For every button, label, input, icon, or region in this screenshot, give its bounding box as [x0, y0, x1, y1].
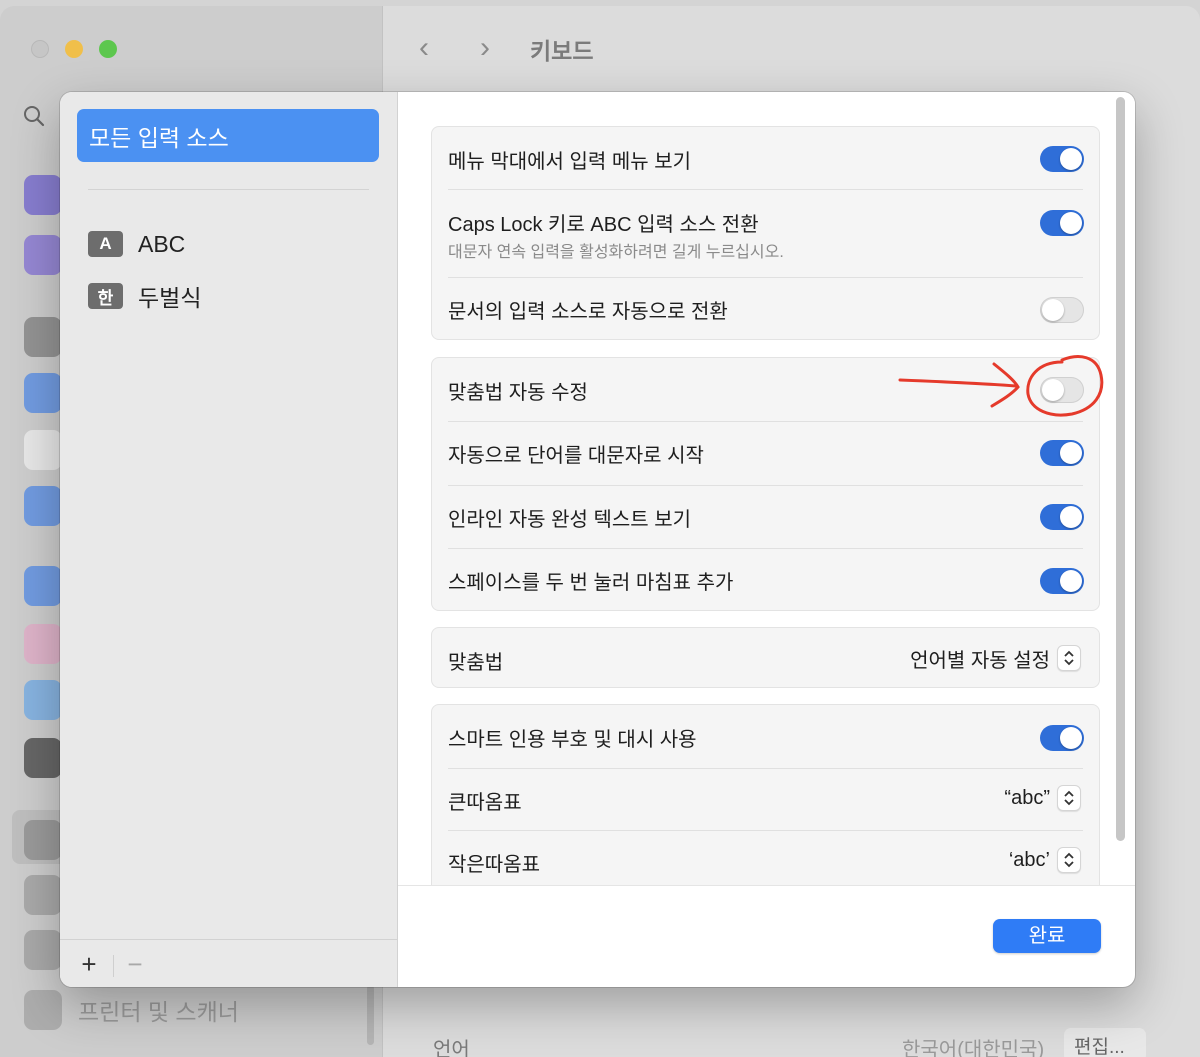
row-label: 작은따옴표 [448, 854, 540, 876]
caps-lock-switch-row: Caps Lock 키로 ABC 입력 소스 전환 대문자 연속 입력을 활성화… [432, 189, 1099, 277]
row-label: 문서의 입력 소스로 자동으로 전환 [448, 301, 728, 323]
background-sidebar-scrollbar[interactable] [367, 985, 374, 1045]
auto-correct-toggle[interactable] [1040, 377, 1084, 403]
content-scrollbar-thumb[interactable] [1116, 97, 1125, 841]
single-quotes-row: 작은따옴표 ‘abc’ [432, 830, 1099, 885]
input-source-abc[interactable]: A ABC [88, 228, 185, 260]
text-correction-group: 맞춤법 자동 수정 자동으로 단어를 대문자로 시작 인라인 자동 완성 텍스트… [431, 357, 1100, 611]
double-quotes-row: 큰따옴표 “abc” [432, 768, 1099, 830]
settings-content: 메뉴 막대에서 입력 메뉴 보기 Caps Lock 키로 ABC 입력 소스 … [398, 92, 1135, 885]
caps-lock-switch-toggle[interactable] [1040, 210, 1084, 236]
abc-badge-icon: A [88, 231, 123, 257]
remove-source-button[interactable]: − [121, 949, 149, 979]
forward-arrow-icon[interactable]: › [480, 30, 490, 66]
input-sources-sidebar: 모든 입력 소스 A ABC 한 두벌식 + − [60, 92, 398, 987]
up-down-chevron-icon [1057, 785, 1081, 811]
input-source-label: ABC [138, 230, 186, 257]
auto-capitalize-toggle[interactable] [1040, 440, 1084, 466]
spelling-value: 언어별 자동 설정 [910, 649, 1050, 672]
input-source-dubeolsik[interactable]: 한 두벌식 [88, 280, 201, 312]
inline-predictive-row: 인라인 자동 완성 텍스트 보기 [432, 485, 1099, 548]
printers-scanners-label[interactable]: 프린터 및 스캐너 [78, 993, 239, 1027]
lock-screen-icon[interactable] [24, 317, 62, 357]
touch-id-icon[interactable] [24, 430, 62, 470]
search-icon[interactable] [22, 104, 46, 128]
game-center-icon[interactable] [24, 624, 62, 664]
smart-quotes-toggle[interactable] [1040, 725, 1084, 751]
spelling-group: 맞춤법 언어별 자동 설정 [431, 627, 1100, 688]
row-label: 스마트 인용 부호 및 대시 사용 [448, 729, 697, 751]
language-label: 언어 [433, 1039, 470, 1057]
show-input-menu-toggle[interactable] [1040, 146, 1084, 172]
footer-button-separator [113, 955, 114, 977]
auto-correct-row: 맞춤법 자동 수정 [432, 358, 1099, 421]
sidebar-divider [88, 189, 369, 190]
row-label: Caps Lock 키로 ABC 입력 소스 전환 [448, 214, 759, 236]
trackpad-icon[interactable] [24, 930, 62, 970]
language-value: 한국어(대한민국) [902, 1039, 1045, 1057]
show-input-menu-row: 메뉴 막대에서 입력 메뉴 보기 [432, 127, 1099, 189]
mouse-icon[interactable] [24, 875, 62, 915]
up-down-chevron-icon [1057, 645, 1081, 671]
privacy-icon[interactable] [24, 373, 62, 413]
hangul-badge-icon: 한 [88, 283, 123, 309]
double-space-period-row: 스페이스를 두 번 눌러 마침표 추가 [432, 548, 1099, 610]
quotes-group: 스마트 인용 부호 및 대시 사용 큰따옴표 “abc” 작은따옴표 ‘abc’ [431, 704, 1100, 885]
spelling-select[interactable]: 언어별 자동 설정 [910, 644, 1081, 672]
wallet-icon[interactable] [24, 738, 62, 778]
single-quotes-value: ‘abc’ [1008, 848, 1050, 871]
auto-switch-source-row: 문서의 입력 소스로 자동으로 전환 [432, 277, 1099, 339]
icloud-icon[interactable] [24, 680, 62, 720]
row-label: 자동으로 단어를 대문자로 시작 [448, 445, 704, 467]
close-window-button[interactable] [31, 40, 49, 58]
row-label: 메뉴 막대에서 입력 메뉴 보기 [448, 151, 692, 173]
inline-predictive-toggle[interactable] [1040, 504, 1084, 530]
sheet-footer-divider [398, 885, 1135, 886]
single-quotes-select[interactable]: ‘abc’ [1009, 846, 1081, 874]
window-title: 키보드 [530, 38, 594, 64]
minimize-window-button[interactable] [65, 40, 83, 58]
input-sources-sheet: 모든 입력 소스 A ABC 한 두벌식 + − 메뉴 막대에서 입력 메뉴 보… [60, 92, 1135, 987]
row-label: 인라인 자동 완성 텍스트 보기 [448, 509, 692, 531]
maximize-window-button[interactable] [99, 40, 117, 58]
general-input-group: 메뉴 막대에서 입력 메뉴 보기 Caps Lock 키로 ABC 입력 소스 … [431, 126, 1100, 340]
up-down-chevron-icon [1057, 847, 1081, 873]
row-label: 큰따옴표 [448, 792, 522, 814]
spelling-label: 맞춤법 [448, 652, 504, 674]
double-quotes-select[interactable]: “abc” [1004, 784, 1081, 812]
double-space-period-toggle[interactable] [1040, 568, 1084, 594]
row-label: 맞춤법 자동 수정 [448, 382, 588, 404]
users-icon[interactable] [24, 486, 62, 526]
add-source-button[interactable]: + [75, 949, 103, 979]
done-button[interactable]: 완료 [993, 919, 1101, 953]
focus-icon[interactable] [24, 175, 62, 215]
screen-time-icon[interactable] [24, 235, 62, 275]
row-label: 스페이스를 두 번 눌러 마침표 추가 [448, 572, 734, 594]
row-sublabel: 대문자 연속 입력을 활성화하려면 길게 누르십시오. [448, 244, 784, 261]
auto-switch-source-toggle[interactable] [1040, 297, 1084, 323]
auto-capitalize-row: 자동으로 단어를 대문자로 시작 [432, 421, 1099, 485]
printer-icon[interactable] [24, 990, 62, 1030]
keyboard-icon[interactable] [24, 820, 62, 860]
back-arrow-icon[interactable]: ‹ [419, 30, 429, 66]
input-source-label: 두벌식 [138, 285, 202, 311]
all-input-sources-item[interactable]: 모든 입력 소스 [77, 109, 379, 162]
smart-quotes-row: 스마트 인용 부호 및 대시 사용 [432, 705, 1099, 768]
internet-accounts-icon[interactable] [24, 566, 62, 606]
double-quotes-value: “abc” [1004, 786, 1050, 809]
language-edit-button[interactable]: 편집... [1064, 1028, 1146, 1057]
sidebar-footer-divider [60, 939, 398, 940]
